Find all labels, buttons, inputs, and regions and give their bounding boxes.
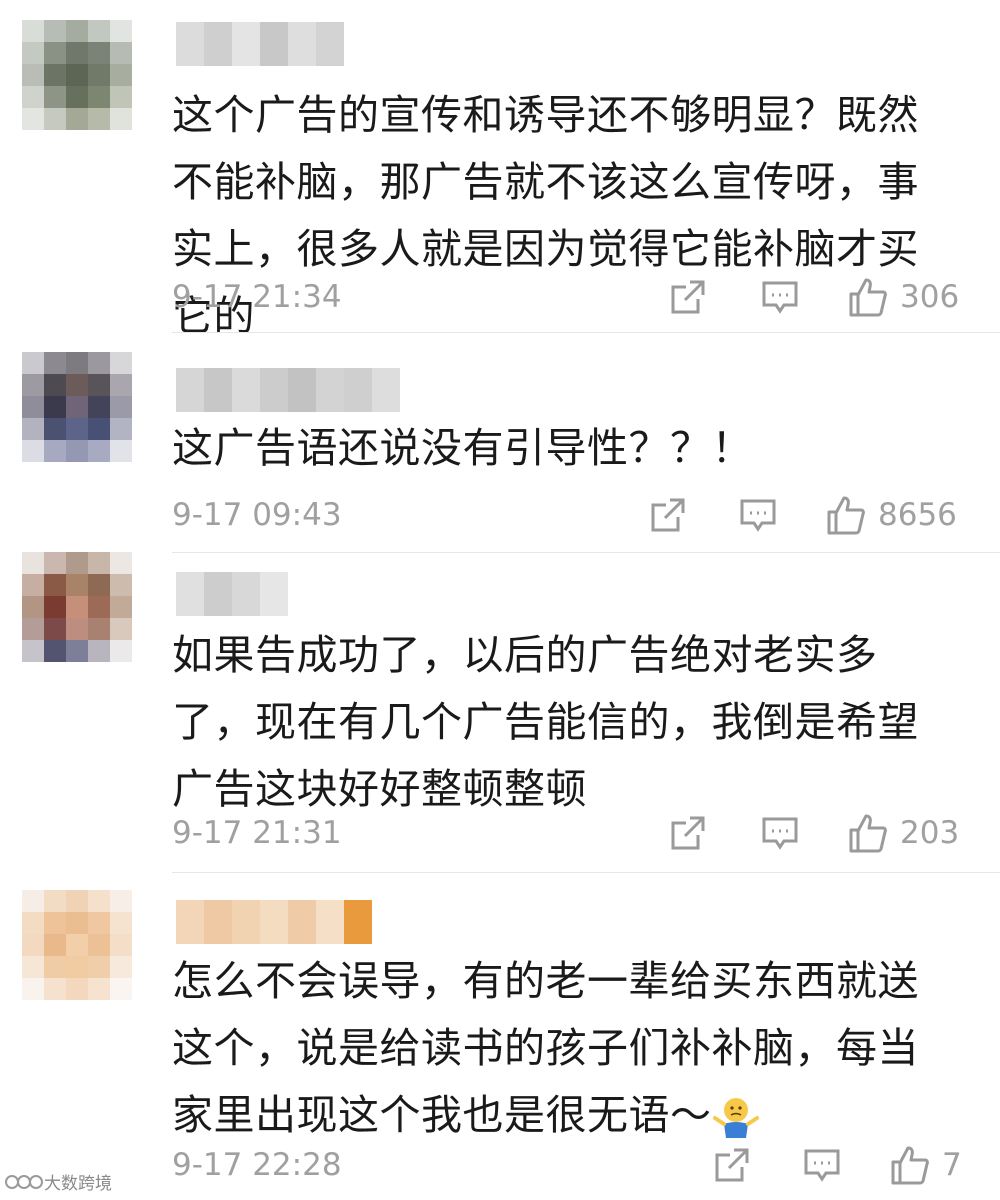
like-count: 7 [942, 1147, 962, 1183]
watermark: 大数跨境 [4, 1169, 112, 1194]
share-icon [715, 1148, 749, 1182]
watermark-logo-icon [5, 1174, 43, 1189]
comment-text-body: 怎么不会误导，有的老一辈给买东西就送这个，说是给读书的孩子们补补脑，每当家里出现… [172, 957, 919, 1139]
like-button[interactable]: 7 [890, 1140, 962, 1190]
avatar[interactable] [22, 890, 132, 1000]
shrug-emoji-icon [712, 1098, 759, 1138]
thumbs-up-icon [891, 1146, 929, 1185]
comment-text: 怎么不会误导，有的老一辈给买东西就送这个，说是给读书的孩子们补补脑，每当家里出现… [172, 948, 952, 1149]
comment-meta: 9-17 22:28 7 [172, 1140, 972, 1190]
share-button[interactable] [712, 1140, 752, 1190]
reply-button[interactable] [802, 1140, 842, 1190]
comment-item: 怎么不会误导，有的老一辈给买东西就送这个，说是给读书的孩子们补补脑，每当家里出现… [0, 0, 1000, 1200]
timestamp: 9-17 22:28 [172, 1147, 342, 1183]
username-blurred[interactable] [176, 900, 372, 944]
watermark-text: 大数跨境 [44, 1174, 112, 1194]
comment-icon [804, 1149, 840, 1182]
